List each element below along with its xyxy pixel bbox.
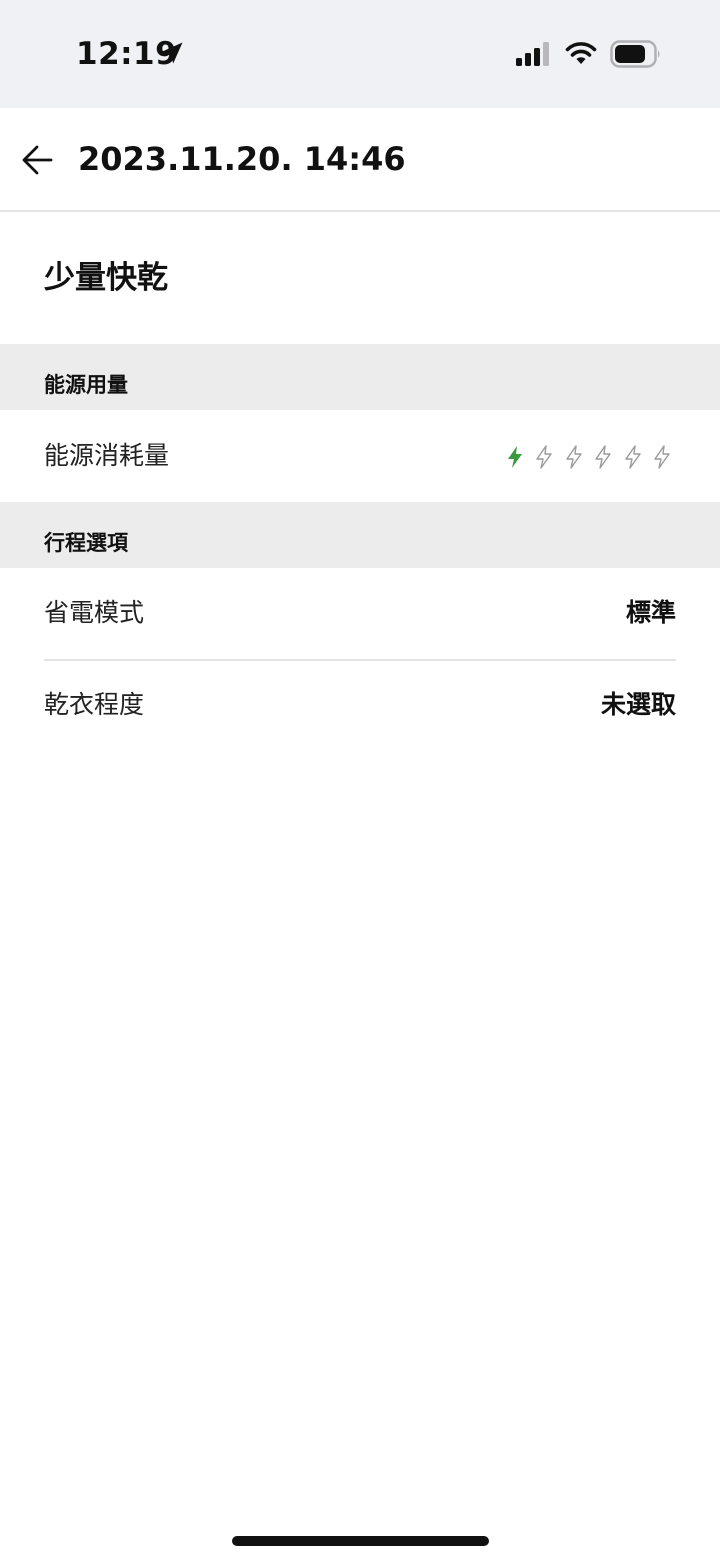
status-bar: 12:19 xyxy=(0,0,720,108)
dryness-level-value[interactable]: 未選取 xyxy=(601,687,676,723)
lightning-bolt-icon xyxy=(595,445,611,469)
row-divider xyxy=(44,659,676,661)
home-indicator xyxy=(232,1536,489,1546)
options-section-header: 行程選項 xyxy=(0,502,720,568)
cellular-signal-icon xyxy=(516,42,549,66)
arrow-left-icon[interactable] xyxy=(18,140,58,180)
lightning-bolt-icon xyxy=(536,445,553,469)
lightning-bolt-icon xyxy=(654,445,670,469)
battery-icon xyxy=(610,40,660,68)
location-arrow-icon xyxy=(161,42,183,64)
header-bar: 2023.11.20. 14:46 xyxy=(0,108,720,212)
lightning-bolt-icon xyxy=(566,445,582,469)
page-title: 2023.11.20. 14:46 xyxy=(78,140,406,178)
wifi-icon xyxy=(565,42,597,64)
options-section-title: 行程選項 xyxy=(44,531,128,555)
lightning-bolt-icon-active xyxy=(508,446,522,468)
lightning-bolt-icon xyxy=(624,445,641,469)
power-saving-mode-value[interactable]: 標準 xyxy=(626,595,676,631)
energy-consumption-label: 能源消耗量 xyxy=(44,441,170,470)
dryness-level-label: 乾衣程度 xyxy=(44,690,145,719)
power-saving-mode-label: 省電模式 xyxy=(44,598,145,627)
energy-section-header: 能源用量 xyxy=(0,344,720,410)
energy-section-title: 能源用量 xyxy=(44,373,128,397)
course-name: 少量快乾 xyxy=(44,260,168,296)
energy-level-indicator xyxy=(502,444,678,470)
